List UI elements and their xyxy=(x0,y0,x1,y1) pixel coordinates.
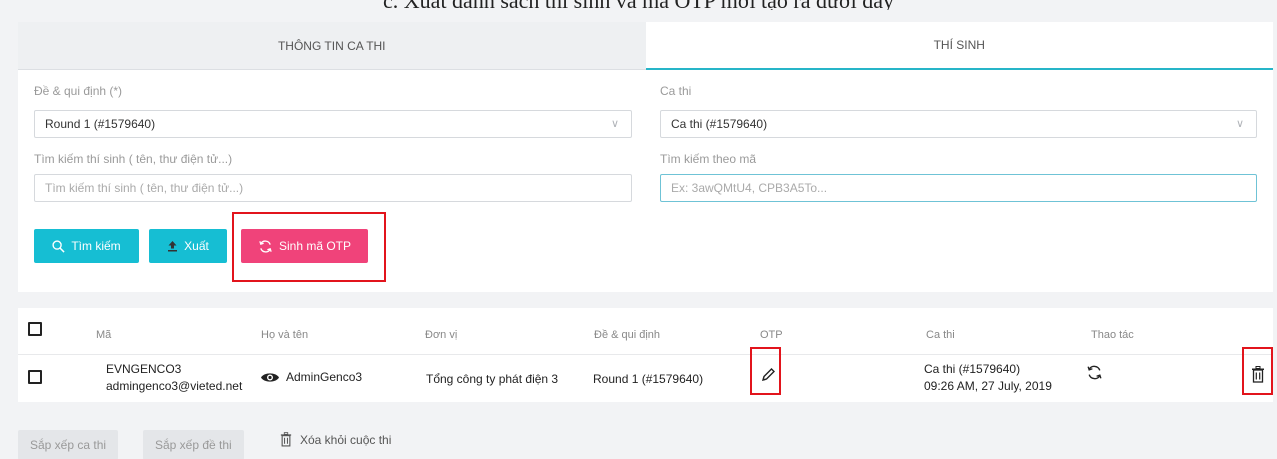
document-caption: c. Xuất danh sách thí sinh và mã OTP mới… xyxy=(0,0,1277,10)
session-label: Ca thi xyxy=(660,84,692,98)
header-otp: OTP xyxy=(760,329,783,341)
tab-candidates[interactable]: THÍ SINH xyxy=(645,22,1273,70)
eye-icon[interactable] xyxy=(260,371,280,384)
table-divider xyxy=(18,354,1273,355)
session-value: Ca thi (#1579640) xyxy=(671,117,768,131)
upload-icon xyxy=(168,241,178,252)
highlight-box-delete xyxy=(1242,347,1273,395)
exam-rule-value: Round 1 (#1579640) xyxy=(45,117,156,131)
code-search-label: Tìm kiếm theo mã xyxy=(660,152,757,166)
candidate-session: Ca thi (#1579640) xyxy=(924,362,1021,376)
header-session: Ca thi xyxy=(926,329,955,341)
remove-from-contest-button[interactable]: Xóa khỏi cuộc thi xyxy=(280,432,391,447)
code-search-input[interactable]: Ex: 3awQMtU4, CPB3A5To... xyxy=(660,174,1257,202)
export-button-label: Xuất xyxy=(184,239,209,253)
select-all-checkbox[interactable] xyxy=(28,322,42,336)
sort-exam-button[interactable]: Sắp xếp đề thi xyxy=(143,430,244,459)
row-checkbox[interactable] xyxy=(28,370,42,384)
tab-bar: THÔNG TIN CA THI THÍ SINH xyxy=(18,22,1273,70)
sort-session-button[interactable]: Sắp xếp ca thi xyxy=(18,430,119,459)
candidate-name: AdminGenco3 xyxy=(286,370,363,384)
candidate-rule: Round 1 (#1579640) xyxy=(593,372,704,386)
chevron-down-icon: ∨ xyxy=(610,118,619,130)
header-name: Họ và tên xyxy=(261,329,309,341)
chevron-down-icon: ∨ xyxy=(1235,118,1244,130)
highlight-box-otp-button xyxy=(232,212,386,282)
export-button[interactable]: Xuất xyxy=(149,229,227,263)
candidate-unit: Tổng công ty phát điện 3 xyxy=(426,372,559,386)
candidate-code: EVNGENCO3 xyxy=(106,362,182,376)
search-icon xyxy=(52,239,65,253)
tab-session-info[interactable]: THÔNG TIN CA THI xyxy=(18,22,646,70)
refresh-icon[interactable] xyxy=(1086,364,1103,386)
candidate-session-time: 09:26 AM, 27 July, 2019 xyxy=(924,379,1052,393)
candidate-table: Mã Họ và tên Đơn vị Đề & qui định OTP Ca… xyxy=(18,308,1273,402)
header-unit: Đơn vị xyxy=(425,329,458,341)
highlight-box-otp-edit xyxy=(750,347,781,395)
trash-icon xyxy=(280,432,292,447)
search-button-label: Tìm kiếm xyxy=(71,239,121,253)
candidate-email: admingenco3@vieted.net xyxy=(106,379,243,393)
candidate-search-label: Tìm kiếm thí sinh ( tên, thư điện tử...) xyxy=(34,152,233,166)
exam-rule-select[interactable]: Round 1 (#1579640) ∨ xyxy=(34,110,632,138)
exam-rule-label: Đề & qui định (*) xyxy=(34,84,123,98)
header-actions: Thao tác xyxy=(1091,329,1134,341)
candidate-search-input[interactable]: Tìm kiếm thí sinh ( tên, thư điện tử...) xyxy=(34,174,632,202)
search-button[interactable]: Tìm kiếm xyxy=(34,229,139,263)
session-select[interactable]: Ca thi (#1579640) ∨ xyxy=(660,110,1257,138)
candidate-name-cell: AdminGenco3 xyxy=(260,370,362,384)
header-rule: Đề & qui định xyxy=(594,329,661,341)
exam-session-panel: THÔNG TIN CA THI THÍ SINH Đề & qui định … xyxy=(18,22,1273,292)
header-code: Mã xyxy=(96,329,112,341)
remove-from-contest-label: Xóa khỏi cuộc thi xyxy=(300,432,392,447)
